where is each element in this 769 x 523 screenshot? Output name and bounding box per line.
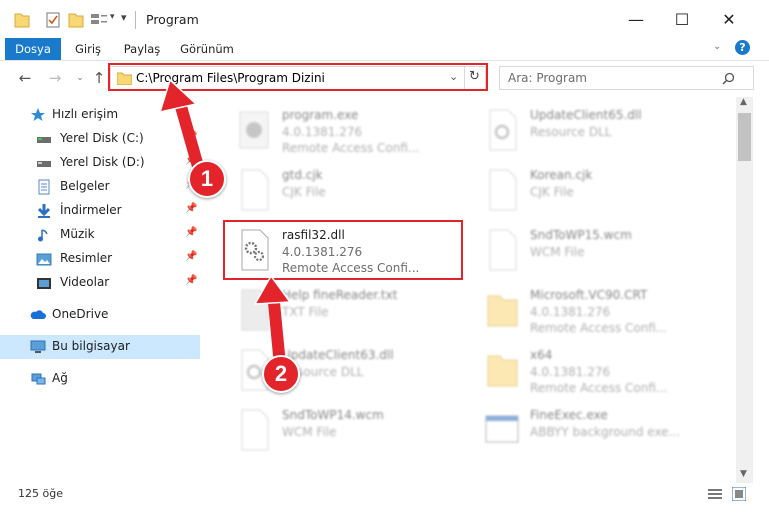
- step-1-badge: 1: [188, 160, 226, 198]
- step-2-badge: 2: [262, 355, 300, 393]
- annotation-arrows: [158, 78, 292, 361]
